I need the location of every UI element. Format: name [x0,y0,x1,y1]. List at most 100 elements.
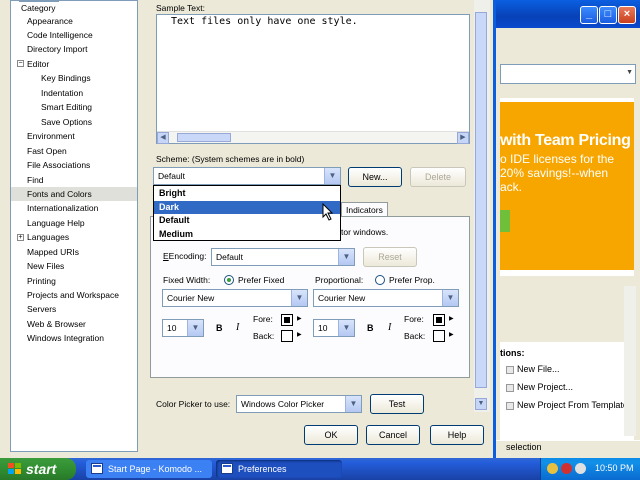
fixed-fore-arrow-icon[interactable]: ▶ [297,315,302,322]
encoding-select[interactable]: Default ▼ [211,248,355,266]
minimize-icon[interactable]: _ [580,6,598,24]
test-color-picker-button[interactable]: Test [370,394,424,414]
tree-item-windows-integration[interactable]: Windows Integration [27,331,104,345]
tree-item-file-associations[interactable]: File Associations [27,158,90,172]
taskbar: start Start Page - Komodo ... Preference… [0,458,640,480]
window-icon [91,463,103,474]
windows-logo-icon [8,463,21,474]
background-titlebar: _ □ × [496,0,640,28]
maximize-icon[interactable]: □ [599,6,617,24]
collapse-icon[interactable]: − [17,60,24,67]
tree-item-smart-editing[interactable]: Smart Editing [41,100,92,114]
tree-item-internationalization[interactable]: Internationalization [27,201,98,215]
expand-icon[interactable]: + [17,234,24,241]
category-tree[interactable]: Category Appearance Code Intelligence Di… [10,0,138,452]
fixed-fore-color[interactable] [281,314,293,326]
tree-item-printing[interactable]: Printing [27,274,56,288]
proportional-fore-arrow-icon[interactable]: ▶ [449,315,454,322]
tray-icon-1[interactable] [547,463,558,474]
fixed-back-color[interactable] [281,330,293,342]
proportional-font-select[interactable]: Courier New ▼ [313,289,459,307]
prefer-prop-label[interactable]: Prefer Prop. [389,275,435,285]
cancel-button[interactable]: Cancel [366,425,420,445]
chevron-down-icon[interactable]: ▼ [324,168,340,184]
scheme-value: Default [158,171,185,181]
tree-item-appearance[interactable]: Appearance [27,14,73,28]
fixed-size-select[interactable]: 10 ▼ [162,319,204,337]
dialog-scroll-thumb[interactable] [475,12,487,388]
chevron-down-icon[interactable]: ▼ [291,290,307,306]
chevron-down-icon[interactable]: ▼ [338,320,354,336]
prefer-fixed-radio[interactable] [224,275,234,285]
tree-item-environment[interactable]: Environment [27,129,75,143]
scheme-option-dark[interactable]: Dark [154,201,340,214]
tray-icon-2[interactable] [561,463,572,474]
sample-hscrollbar[interactable]: ◀ ▶ [157,131,469,144]
tree-item-editor[interactable]: Editor [27,57,49,71]
tree-item-projects-workspace[interactable]: Projects and Workspace [27,288,119,302]
prefer-prop-radio[interactable] [375,275,385,285]
tree-item-mapped-uris[interactable]: Mapped URIs [27,245,79,259]
chevron-down-icon[interactable]: ▼ [187,320,203,336]
ad-area: with Team Pricing o IDE licenses for the… [500,98,634,276]
background-dropdown[interactable]: ▼ [500,64,636,84]
help-button[interactable]: Help [430,425,484,445]
tree-item-directory-import[interactable]: Directory Import [27,42,87,56]
action-new-project[interactable]: New Project... [506,382,573,392]
proportional-back-arrow-icon[interactable]: ▶ [449,331,454,338]
background-scrollbar[interactable] [624,286,636,436]
scheme-option-bright[interactable]: Bright [154,187,340,200]
tree-item-indentation[interactable]: Indentation [41,86,83,100]
mouse-cursor-icon [322,203,334,221]
new-scheme-button[interactable]: New... [348,167,402,187]
task-preferences[interactable]: Preferences [216,460,342,478]
team-pricing-ad[interactable]: with Team Pricing o IDE licenses for the… [500,102,634,270]
tree-item-fast-open[interactable]: Fast Open [27,144,67,158]
ok-button[interactable]: OK [304,425,358,445]
scheme-dropdown-list[interactable]: Bright Dark Default Medium [153,185,341,241]
tree-item-servers[interactable]: Servers [27,302,56,316]
task-komodo-start-page[interactable]: Start Page - Komodo ... [86,460,212,478]
start-button[interactable]: start [0,458,76,480]
scroll-down-icon[interactable]: ▼ [475,398,487,410]
close-icon[interactable]: × [618,6,636,24]
scheme-select[interactable]: Default ▼ [153,167,341,185]
tree-item-web-browser[interactable]: Web & Browser [27,317,86,331]
delete-scheme-button: Delete [410,167,466,187]
action-new-file[interactable]: New File... [506,364,560,374]
chevron-down-icon[interactable]: ▼ [442,290,458,306]
proportional-font-value: Courier New [318,293,366,303]
tree-item-new-files[interactable]: New Files [27,259,64,273]
chevron-down-icon[interactable]: ▼ [338,249,354,265]
tree-item-languages[interactable]: Languages [27,230,69,244]
chevron-down-icon[interactable]: ▼ [345,396,361,412]
tray-icon-3[interactable] [575,463,586,474]
proportional-size-select[interactable]: 10 ▼ [313,319,355,337]
fixed-bold-button[interactable]: B [216,323,223,333]
tree-item-key-bindings[interactable]: Key Bindings [41,71,91,85]
proportional-bold-button[interactable]: B [367,323,374,333]
fixed-italic-button[interactable]: I [236,322,239,333]
action-new-project-template[interactable]: New Project From Template... [506,400,635,410]
action-label: New Project... [517,382,574,392]
scroll-right-icon[interactable]: ▶ [457,132,469,144]
ad-button-edge[interactable] [500,210,510,232]
scheme-option-default[interactable]: Default [154,214,340,227]
prefer-fixed-label[interactable]: Prefer Fixed [238,275,284,285]
proportional-italic-button[interactable]: I [388,322,391,333]
tree-item-find[interactable]: Find [27,173,44,187]
tree-item-save-options[interactable]: Save Options [41,115,92,129]
scroll-left-icon[interactable]: ◀ [157,132,169,144]
dialog-scrollbar[interactable]: ▼ [474,0,490,412]
proportional-fore-color[interactable] [433,314,445,326]
tree-item-fonts-and-colors[interactable]: Fonts and Colors [11,187,137,201]
fixed-back-arrow-icon[interactable]: ▶ [297,331,302,338]
color-picker-select[interactable]: Windows Color Picker ▼ [236,395,362,413]
tree-item-code-intelligence[interactable]: Code Intelligence [27,28,93,42]
sample-text: Text files only have one style. [171,16,358,27]
fixed-font-select[interactable]: Courier New ▼ [162,289,308,307]
proportional-back-color[interactable] [433,330,445,342]
scheme-option-medium[interactable]: Medium [154,228,340,241]
scroll-thumb[interactable] [177,133,231,142]
tree-item-language-help[interactable]: Language Help [27,216,85,230]
